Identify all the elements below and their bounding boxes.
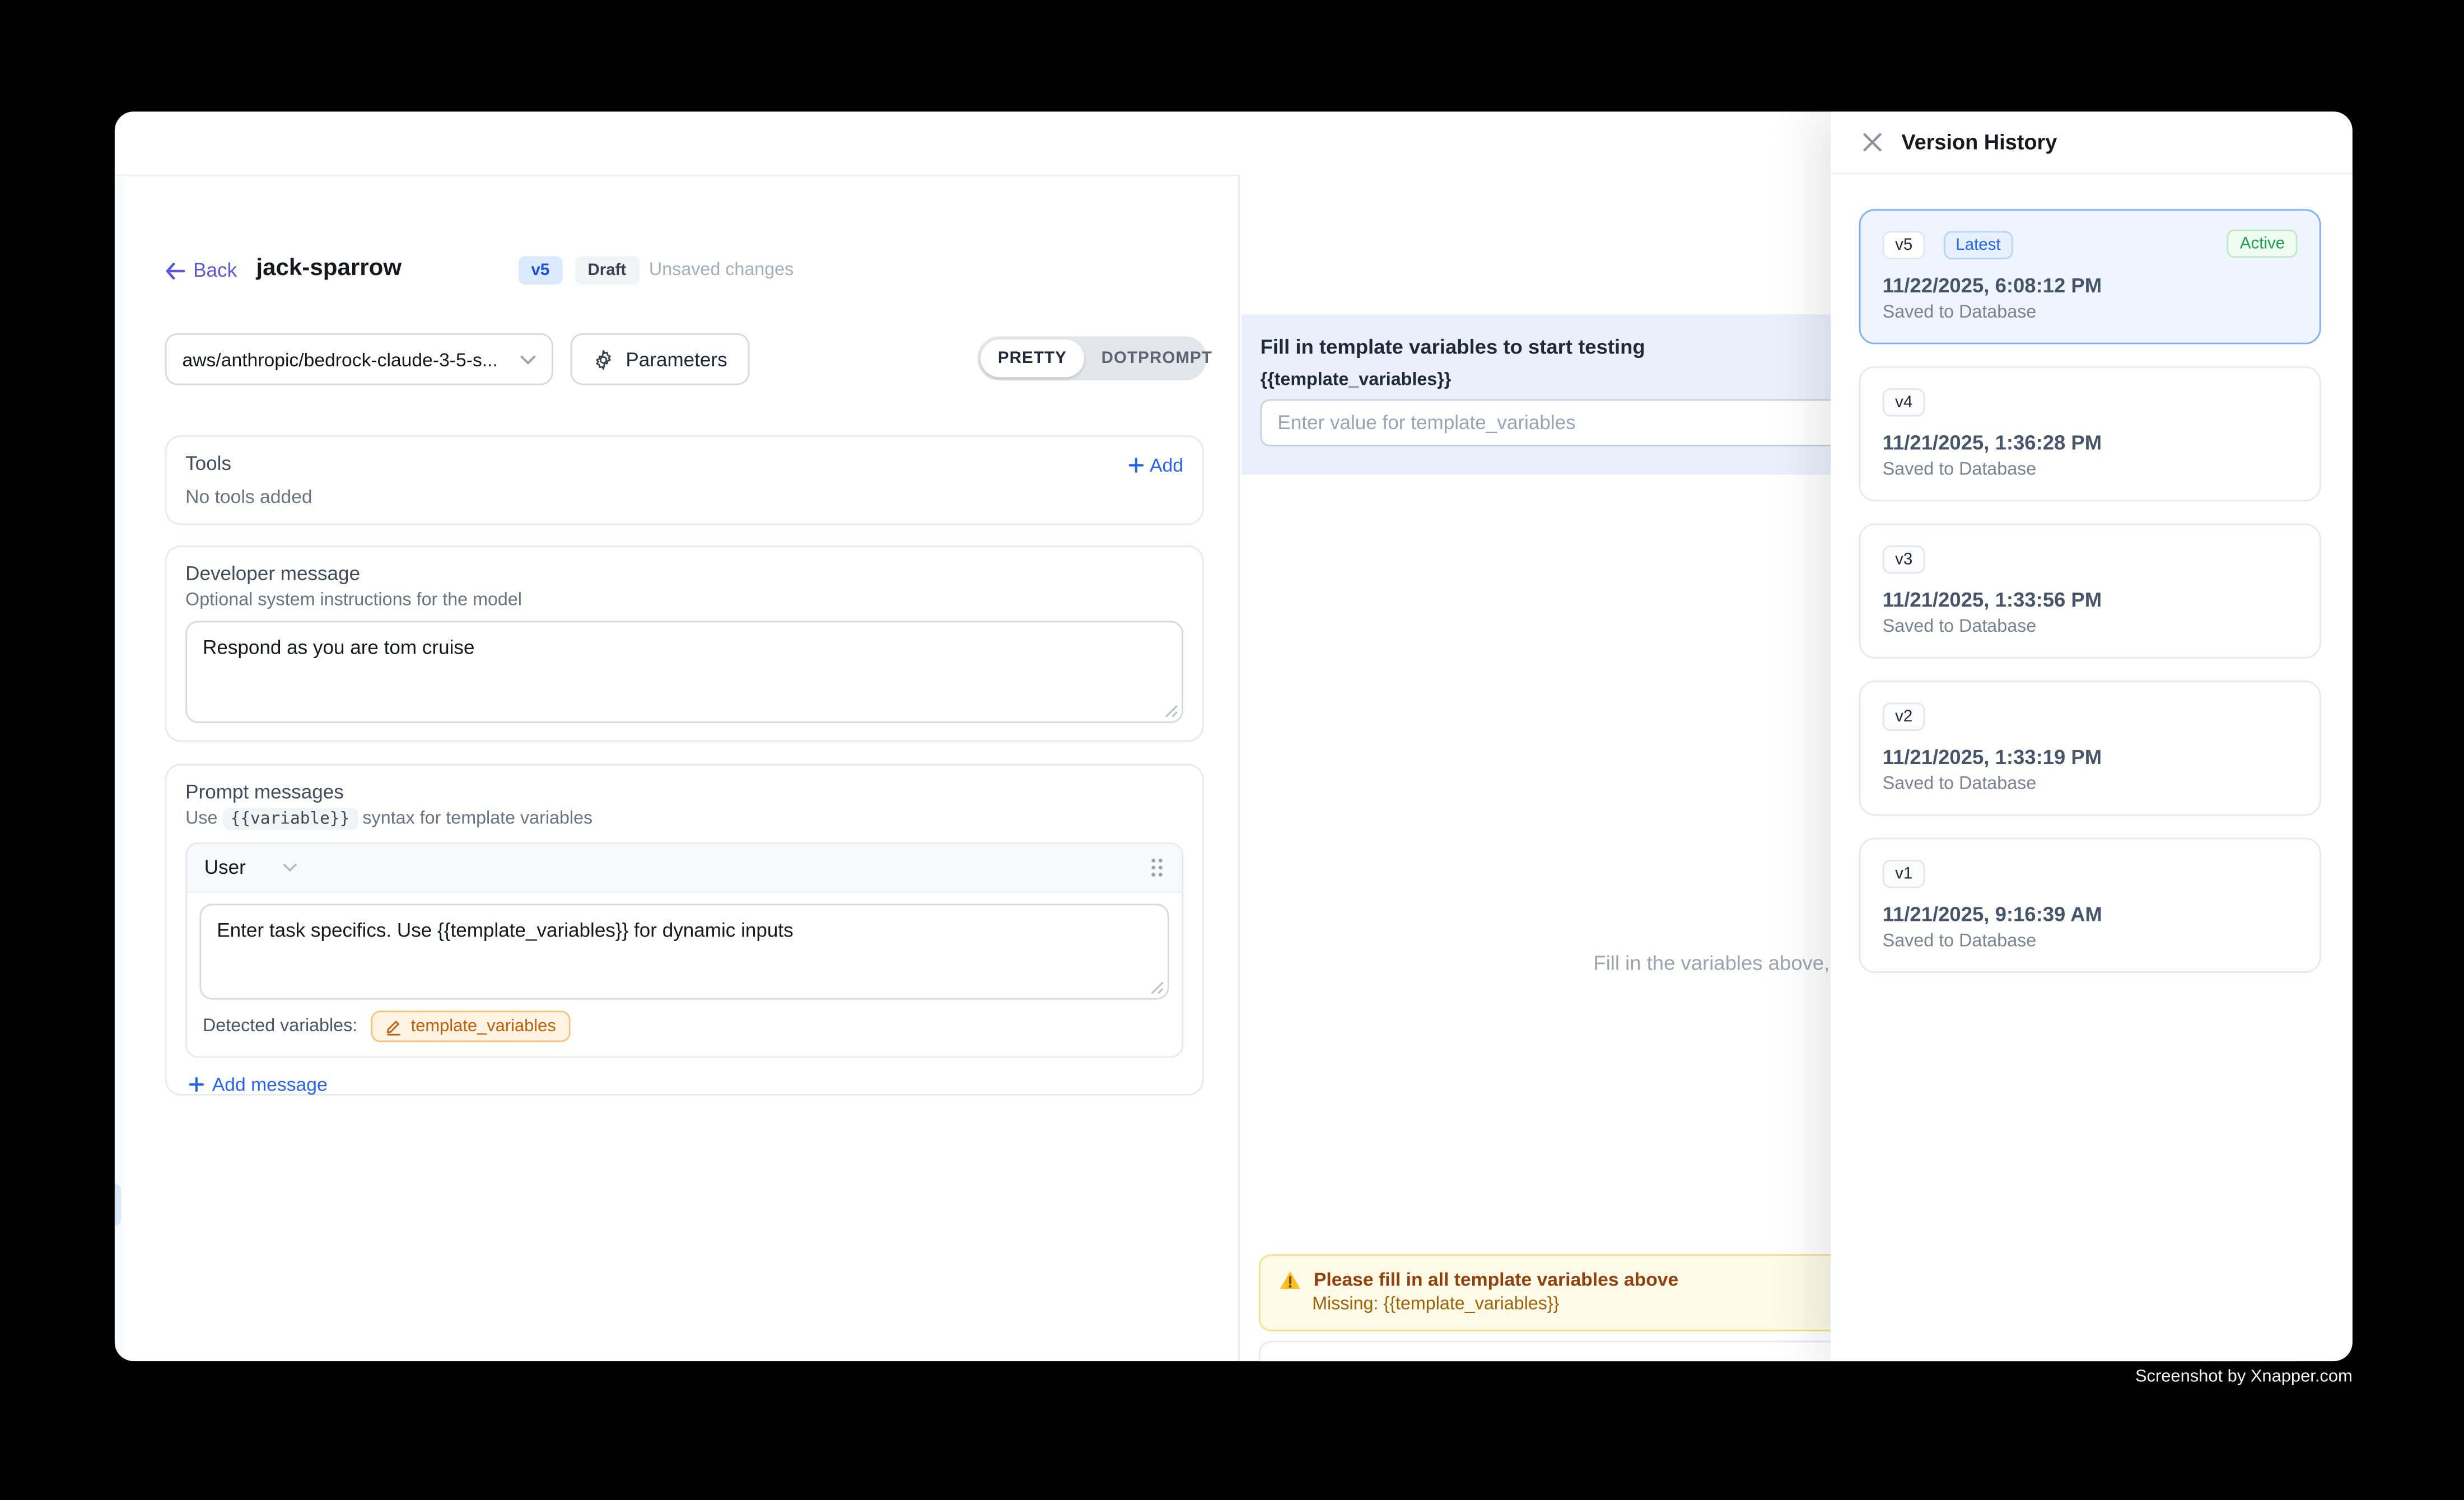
message-header: User [187, 844, 1182, 893]
role-select[interactable]: User [204, 856, 298, 878]
detected-variable-name: template_variables [411, 1017, 556, 1036]
subtitle-suffix: syntax for template variables [362, 809, 592, 828]
version-badge: v5 [519, 256, 562, 285]
close-icon [1861, 132, 1882, 152]
message-textarea[interactable]: Enter task specifics. Use {{template_var… [199, 904, 1169, 1000]
parameters-button[interactable]: Parameters [571, 333, 750, 385]
version-saved-status: Saved to Database [1883, 618, 2298, 637]
detected-variables-row: Detected variables: template_variables [187, 1000, 1182, 1056]
version-timestamp: 11/21/2025, 9:16:39 AM [1883, 902, 2298, 926]
viewport: Back jack-sparrow v5 Draft Unsaved chang… [0, 0, 2464, 1499]
prompt-messages-subtitle: Use {{variable}} syntax for template var… [185, 809, 1183, 828]
version-id-badge: v1 [1883, 860, 1925, 888]
tools-card: Tools Add No tools added [165, 435, 1204, 525]
version-id-badge: v2 [1883, 702, 1925, 731]
screen: { "colors": { "accent_link": "#2563eb", … [0, 0, 2464, 1500]
prompt-messages-title: Prompt messages [185, 781, 1183, 803]
model-select-value: aws/anthropic/bedrock-claude-3-5-s... [183, 348, 508, 370]
version-id-badge: v4 [1883, 388, 1925, 417]
variable-syntax-chip: {{variable}} [223, 808, 358, 830]
left-edge-accent [115, 1184, 121, 1226]
version-card-v1[interactable]: v1 11/21/2025, 9:16:39 AM Saved to Datab… [1859, 838, 2321, 973]
plus-icon [189, 1077, 204, 1092]
version-list: v5 Latest Active 11/22/2025, 6:08:12 PM … [1859, 209, 2321, 995]
add-message-label: Add message [212, 1074, 328, 1096]
unsaved-changes-label: Unsaved changes [649, 261, 794, 280]
warning-title: Please fill in all template variables ab… [1314, 1269, 1678, 1291]
latest-badge: Latest [1943, 231, 2013, 259]
warning-icon [1279, 1269, 1301, 1289]
parameters-label: Parameters [626, 348, 727, 370]
version-id-badge: v5 [1883, 231, 1925, 259]
add-tool-button[interactable]: Add [1128, 454, 1183, 476]
app-window: Back jack-sparrow v5 Draft Unsaved chang… [115, 111, 2353, 1361]
prompt-messages-card: Prompt messages Use {{variable}} syntax … [165, 764, 1204, 1096]
format-toggle: PRETTY DOTPROMPT [977, 337, 1207, 381]
add-tool-label: Add [1150, 454, 1183, 476]
version-card-v3[interactable]: v3 11/21/2025, 1:33:56 PM Saved to Datab… [1859, 523, 2321, 658]
version-saved-status: Saved to Database [1883, 775, 2298, 794]
plus-icon [1128, 458, 1144, 473]
tools-title: Tools [185, 453, 1183, 474]
version-card-v2[interactable]: v2 11/21/2025, 1:33:19 PM Saved to Datab… [1859, 681, 2321, 816]
version-timestamp: 11/21/2025, 1:33:56 PM [1883, 588, 2298, 611]
format-option-dotprompt[interactable]: DOTPROMPT [1084, 339, 1230, 377]
chevron-down-icon [283, 863, 297, 873]
back-label: Back [193, 259, 237, 281]
model-select[interactable]: aws/anthropic/bedrock-claude-3-5-s... [165, 333, 553, 385]
role-select-value: User [204, 856, 246, 878]
gear-icon [592, 348, 614, 370]
drag-handle-icon[interactable] [1149, 856, 1164, 878]
version-history-header: Version History [1831, 111, 2353, 174]
detected-variables-label: Detected variables: [203, 1017, 357, 1036]
version-timestamp: 11/21/2025, 1:33:19 PM [1883, 745, 2298, 768]
chevron-down-icon [520, 355, 536, 364]
message-body: Enter task specifics. Use {{template_var… [187, 893, 1182, 1000]
version-saved-status: Saved to Database [1883, 460, 2298, 479]
draft-badge: Draft [575, 256, 639, 285]
subtitle-prefix: Use [185, 809, 217, 828]
version-timestamp: 11/21/2025, 1:36:28 PM [1883, 431, 2298, 454]
watermark: Screenshot by Xnapper.com [2135, 1367, 2353, 1386]
active-badge: Active [2227, 230, 2297, 258]
version-saved-status: Saved to Database [1883, 932, 2298, 951]
pencil-icon [386, 1018, 403, 1035]
version-id-badge: v3 [1883, 546, 1925, 574]
close-button[interactable] [1859, 130, 1884, 155]
developer-message-title: Developer message [185, 563, 1183, 585]
arrow-left-icon [165, 262, 185, 279]
developer-message-card: Developer message Optional system instru… [165, 546, 1204, 742]
version-card-v5[interactable]: v5 Latest Active 11/22/2025, 6:08:12 PM … [1859, 209, 2321, 344]
tools-empty-text: No tools added [185, 486, 1183, 507]
prompt-message-block: User Enter task specifics. Use {{templat… [185, 842, 1183, 1058]
version-card-v4[interactable]: v4 11/21/2025, 1:36:28 PM Saved to Datab… [1859, 366, 2321, 501]
version-history-panel: Version History v5 Latest Active 11/22/2… [1831, 111, 2353, 1361]
version-saved-status: Saved to Database [1883, 304, 2298, 323]
format-option-pretty[interactable]: PRETTY [981, 339, 1084, 377]
version-history-title: Version History [1901, 131, 2057, 154]
developer-message-subtitle: Optional system instructions for the mod… [185, 591, 1183, 610]
version-timestamp: 11/22/2025, 6:08:12 PM [1883, 273, 2298, 297]
developer-message-textarea[interactable]: Respond as you are tom cruise [185, 621, 1183, 723]
page-title: jack-sparrow [256, 255, 402, 282]
add-message-button[interactable]: Add message [189, 1074, 328, 1096]
back-button[interactable]: Back [165, 259, 237, 281]
detected-variable-chip[interactable]: template_variables [372, 1010, 571, 1042]
